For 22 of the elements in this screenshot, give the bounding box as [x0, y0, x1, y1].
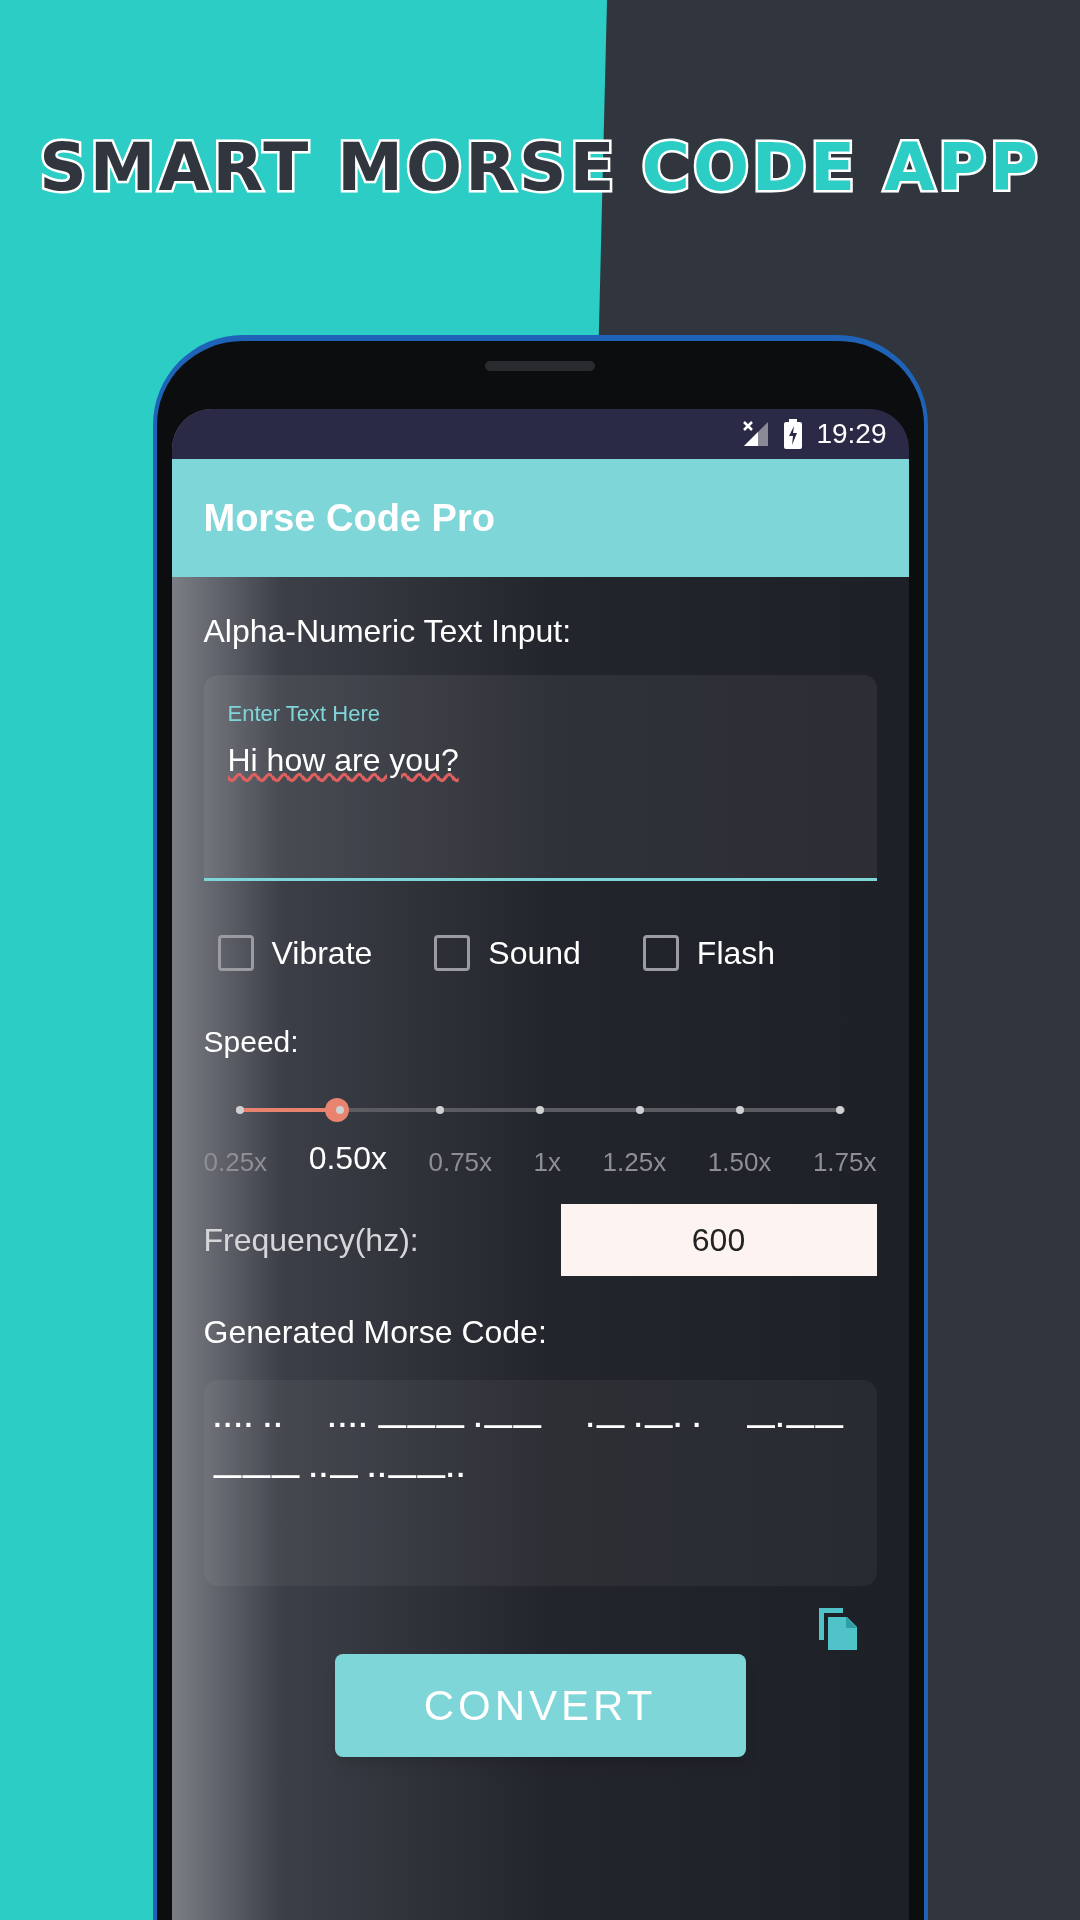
app-title: Morse Code Pro [203, 495, 495, 541]
text-input-field[interactable]: Enter Text Here Hi how are you? [203, 675, 877, 881]
status-time: 19:29 [816, 417, 887, 451]
speed-option[interactable]: 1x [533, 1143, 562, 1182]
frequency-field[interactable]: 600 [560, 1204, 877, 1276]
speed-option[interactable]: 0.50x [308, 1134, 387, 1182]
speed-label: Speed: [203, 1024, 300, 1060]
checkbox-option[interactable]: Vibrate [217, 929, 373, 977]
speed-option[interactable]: 1.50x [707, 1143, 772, 1182]
checkbox-option[interactable]: Flash [642, 929, 776, 977]
speed-option[interactable]: 1.25x [602, 1143, 667, 1182]
morse-output-field[interactable]: ···· ·· ···· ——— ·—— ·— ·—· · —·—— ——— ··— ··——·· [203, 1380, 877, 1586]
checkbox-option[interactable]: Sound [434, 929, 581, 977]
input-floating-label: Enter Text Here [227, 700, 381, 728]
text-input[interactable]: Hi how are you? [227, 736, 853, 784]
input-label: Alpha-Numeric Text Input: [203, 612, 573, 651]
frequency-label: Frequency(hz): [203, 1221, 419, 1260]
speed-option[interactable]: 1.75x [812, 1143, 877, 1182]
morse-output-text: ···· ·· ···· ——— ·—— ·— ·—· · —·—— ——— ··— ··——·· [213, 1409, 846, 1490]
banner-title: CODE APP [641, 135, 1041, 208]
speed-option[interactable]: 0.75x [428, 1143, 493, 1182]
output-label: Generated Morse Code: [203, 1313, 548, 1352]
